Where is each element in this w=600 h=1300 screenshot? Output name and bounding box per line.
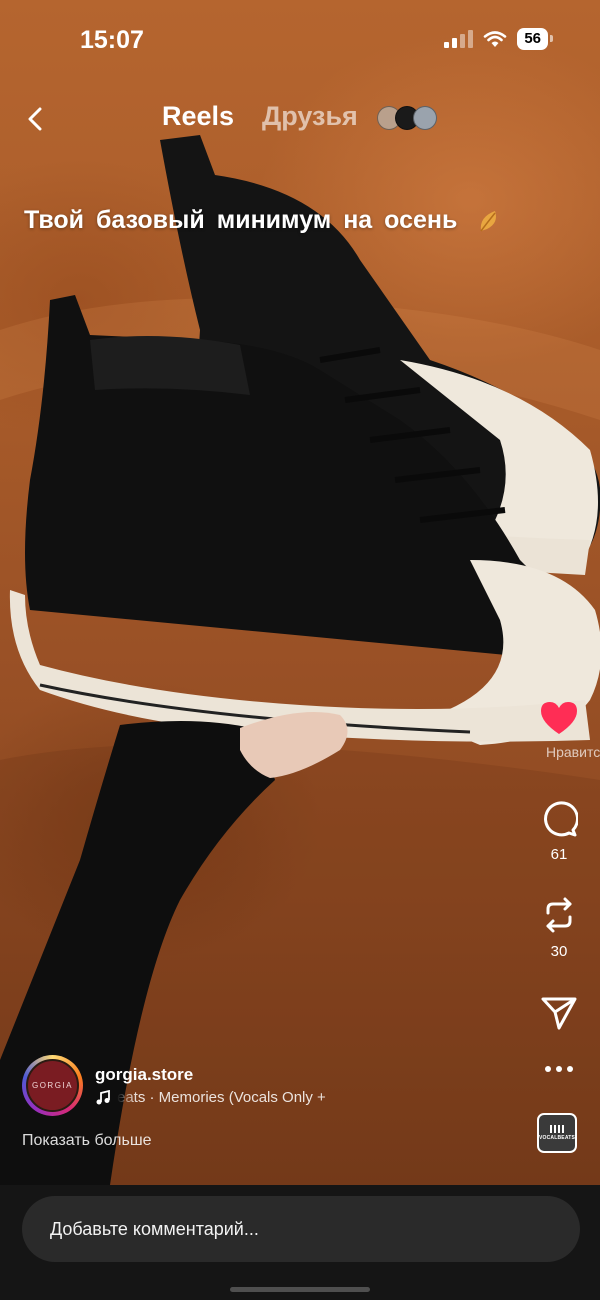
send-icon <box>541 997 577 1030</box>
home-indicator <box>230 1287 370 1292</box>
cellular-signal-icon <box>444 30 474 48</box>
comment-bar <box>0 1185 600 1300</box>
like-label: Нравится <box>546 744 600 760</box>
wifi-icon <box>484 31 507 47</box>
music-track: eats · Memories (Vocals Only + <box>117 1089 326 1106</box>
comments-button[interactable]: 61 <box>518 800 600 863</box>
status-bar: 15:07 56 <box>0 0 600 80</box>
comment-input[interactable] <box>22 1196 580 1262</box>
avatar: GORGIA <box>26 1059 79 1112</box>
repost-button[interactable]: 30 <box>518 895 600 960</box>
audio-thumbnail-text: VOCALBEATS <box>538 1135 576 1141</box>
music-note-icon <box>96 1089 110 1104</box>
like-button[interactable]: Нравится <box>518 700 600 760</box>
comment-icon <box>544 801 578 837</box>
soundwave-icon <box>550 1125 564 1133</box>
friends-avatars[interactable] <box>377 106 437 130</box>
sneakers-photo <box>0 135 600 1185</box>
comments-count: 61 <box>550 846 568 863</box>
status-icons: 56 <box>444 28 553 50</box>
battery-indicator: 56 <box>517 28 553 50</box>
author-username[interactable]: gorgia.store <box>95 1065 193 1085</box>
show-more-link[interactable]: Показать больше <box>22 1132 152 1150</box>
friend-avatar <box>413 106 437 130</box>
author-avatar[interactable]: GORGIA <box>22 1055 83 1116</box>
tab-friends[interactable]: Друзья <box>262 101 358 132</box>
audio-thumbnail[interactable]: VOCALBEATS <box>537 1113 577 1153</box>
status-time: 15:07 <box>80 26 144 54</box>
caption-text: Твой базовый минимум на осень <box>24 206 458 234</box>
avatar-logo-text: GORGIA <box>31 1081 73 1090</box>
heart-icon <box>541 702 577 734</box>
chevron-left-icon <box>28 107 42 131</box>
reposts-count: 30 <box>550 943 568 960</box>
tab-reels[interactable]: Reels <box>162 101 234 132</box>
back-button[interactable] <box>18 99 52 139</box>
reel-caption: Твой базовый минимум на осень <box>24 206 503 235</box>
music-info[interactable]: eats · Memories (Vocals Only + <box>95 1089 357 1106</box>
fallen-leaf-icon <box>480 211 497 232</box>
repost-icon <box>546 897 572 933</box>
reels-header: Reels Друзья <box>0 95 600 145</box>
reel-video[interactable] <box>0 0 600 1185</box>
reel-author: GORGIA gorgia.store eats · Memories (Voc… <box>22 1055 582 1120</box>
share-button[interactable] <box>518 995 600 1031</box>
